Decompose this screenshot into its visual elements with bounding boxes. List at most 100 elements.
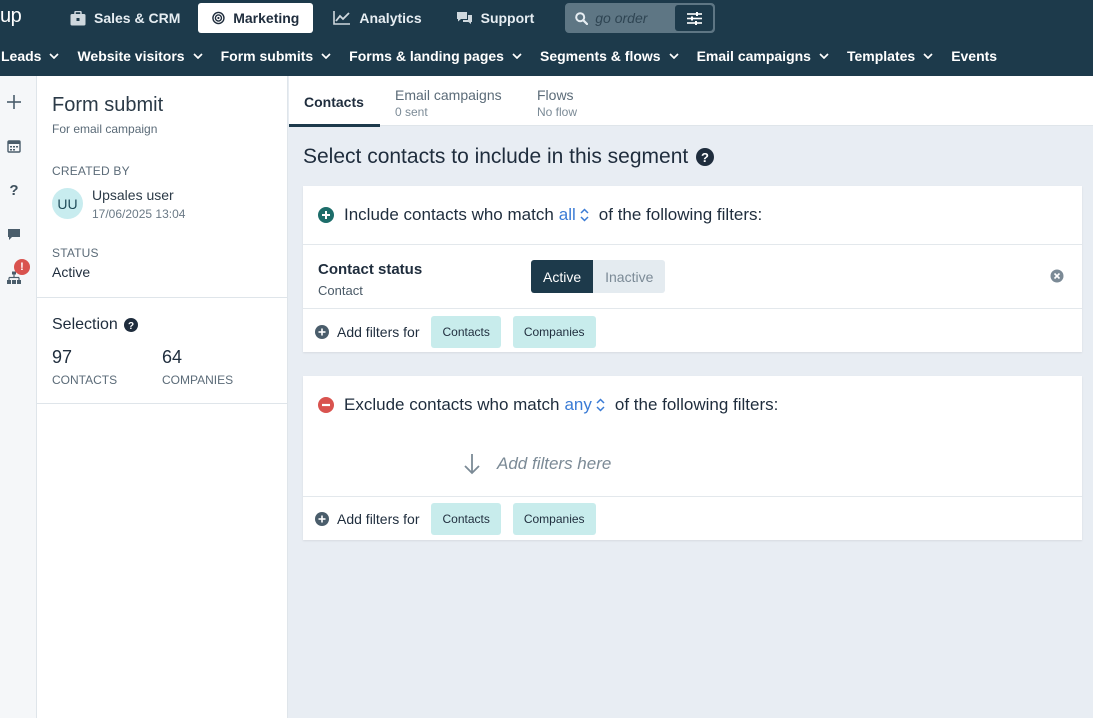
tab-email-campaigns[interactable]: Email campaigns 0 sent <box>395 76 525 126</box>
toggle-active-button[interactable]: Active <box>531 260 594 293</box>
chevron-down-icon <box>923 53 933 59</box>
add-filters-label: Add filters for <box>337 324 420 340</box>
chevron-down-icon <box>819 53 829 59</box>
subnav-templates[interactable]: Templates <box>847 48 933 64</box>
chevron-down-icon <box>512 53 522 59</box>
subnav-forms-landing-pages[interactable]: Forms & landing pages <box>349 48 522 64</box>
status-label: STATUS <box>52 246 99 260</box>
minus-circle-icon <box>318 397 334 413</box>
sort-arrows-icon[interactable] <box>596 398 605 412</box>
chevron-down-icon <box>192 53 203 59</box>
divider <box>303 496 1082 497</box>
created-date: 17/06/2025 13:04 <box>92 207 186 221</box>
include-match-select[interactable]: all <box>559 205 576 225</box>
add-contact-filter-button[interactable]: Contacts <box>431 316 501 348</box>
sub-navigation: Leads Website visitors Form submits Form… <box>0 36 1093 76</box>
exclude-filters-card: Exclude contacts who match any of the fo… <box>303 376 1082 540</box>
topnav-support[interactable]: Support <box>442 3 549 33</box>
svg-text:?: ? <box>128 321 134 332</box>
filter-entity: Contact <box>318 283 363 298</box>
subnav-events[interactable]: Events <box>951 48 997 64</box>
page-subtitle: For email campaign <box>52 122 158 136</box>
subnav-email-campaigns[interactable]: Email campaigns <box>697 48 829 64</box>
exclude-header: Exclude contacts who match any of the fo… <box>318 395 778 415</box>
segment-tabs: Contacts Email campaigns 0 sent Flows No… <box>289 76 1093 127</box>
tab-label: Contacts <box>304 94 364 110</box>
subnav-label: Segments & flows <box>539 48 661 64</box>
tab-label: Email campaigns <box>395 87 502 103</box>
subnav-label: Templates <box>846 48 916 64</box>
help-icon[interactable]: ? <box>5 181 23 199</box>
subnav-label: Email campaigns <box>696 48 811 64</box>
include-add-filters-row: Add filters for Contacts Companies <box>315 316 596 348</box>
segment-heading: Select contacts to include in this segme… <box>303 145 715 169</box>
topnav-label: Support <box>480 10 535 26</box>
subnav-label: Leads <box>1 48 42 64</box>
tab-flows[interactable]: Flows No flow <box>537 76 617 126</box>
add-company-filter-button[interactable]: Companies <box>512 316 596 348</box>
topnav-label: Sales & CRM <box>94 10 181 26</box>
plus-circle-icon <box>315 512 329 526</box>
tab-sublabel: 0 sent <box>395 105 428 119</box>
top-navigation: up Sales & CRM Marketing Analytics Suppo… <box>0 0 1093 36</box>
topnav-marketing[interactable]: Marketing <box>198 3 314 33</box>
toggle-inactive-button[interactable]: Inactive <box>593 260 666 293</box>
briefcase-icon <box>70 10 86 25</box>
include-filters-card: Include contacts who match all of the fo… <box>303 186 1082 352</box>
sliders-icon <box>686 11 702 25</box>
tab-label: Flows <box>537 87 574 103</box>
include-suffix: of the following filters: <box>598 205 763 224</box>
search-input[interactable] <box>595 10 676 26</box>
divider <box>37 403 288 404</box>
subnav-label: Events <box>951 48 998 64</box>
remove-filter-icon[interactable] <box>1050 269 1064 283</box>
companies-count: 64 <box>162 347 183 367</box>
created-by-label: CREATED BY <box>52 164 130 178</box>
subnav-segments-flows[interactable]: Segments & flows <box>540 48 679 64</box>
subnav-label: Forms & landing pages <box>349 48 504 64</box>
heading-text: Select contacts to include in this segme… <box>303 145 689 168</box>
subnav-website-visitors[interactable]: Website visitors <box>77 48 203 64</box>
chevron-down-icon <box>321 53 331 59</box>
exclude-add-filters-row: Add filters for Contacts Companies <box>315 503 596 535</box>
topnav-label: Marketing <box>233 10 300 26</box>
status-value: Active <box>52 264 91 280</box>
avatar: UU <box>52 188 83 219</box>
subnav-label: Form submits <box>220 48 314 64</box>
comment-icon[interactable] <box>5 225 23 243</box>
contacts-label: CONTACTS <box>52 373 118 387</box>
global-search <box>565 3 716 33</box>
calendar-icon[interactable] <box>5 137 23 155</box>
tab-sublabel: No flow <box>537 105 578 119</box>
active-tab-indicator <box>289 124 380 127</box>
plus-icon[interactable] <box>5 93 23 111</box>
subnav-leads[interactable]: Leads <box>1 48 60 64</box>
topnav-sales-crm[interactable]: Sales & CRM <box>56 3 194 33</box>
selection-title: Selection ? <box>52 316 138 334</box>
contacts-count: 97 <box>52 347 73 367</box>
add-contact-filter-button[interactable]: Contacts <box>431 503 501 535</box>
add-filters-label: Add filters for <box>337 511 420 527</box>
add-company-filter-button[interactable]: Companies <box>512 503 596 535</box>
notification-badge: ! <box>14 259 30 275</box>
contact-status-toggle: Active Inactive <box>531 260 666 293</box>
include-header: Include contacts who match all of the fo… <box>318 205 762 225</box>
subnav-form-submits[interactable]: Form submits <box>221 48 332 64</box>
help-circle-icon[interactable]: ? <box>123 318 138 332</box>
companies-label: COMPANIES <box>162 373 234 387</box>
plus-circle-icon <box>315 325 329 339</box>
app-logo[interactable]: up <box>0 6 40 26</box>
divider <box>303 308 1082 309</box>
help-circle-icon[interactable]: ? <box>696 148 715 166</box>
chevron-down-icon <box>668 53 679 59</box>
exclude-match-select[interactable]: any <box>564 395 591 415</box>
filter-drop-zone[interactable]: Add filters here <box>463 453 611 475</box>
subnav-label: Website visitors <box>77 48 185 64</box>
line-chart-icon <box>333 11 351 25</box>
search-filter-button[interactable] <box>675 5 714 31</box>
tab-contacts[interactable]: Contacts <box>289 76 380 127</box>
topnav-analytics[interactable]: Analytics <box>319 3 435 33</box>
selection-label: Selection <box>52 316 118 333</box>
svg-text:?: ? <box>701 150 709 165</box>
sort-arrows-icon[interactable] <box>580 208 589 222</box>
